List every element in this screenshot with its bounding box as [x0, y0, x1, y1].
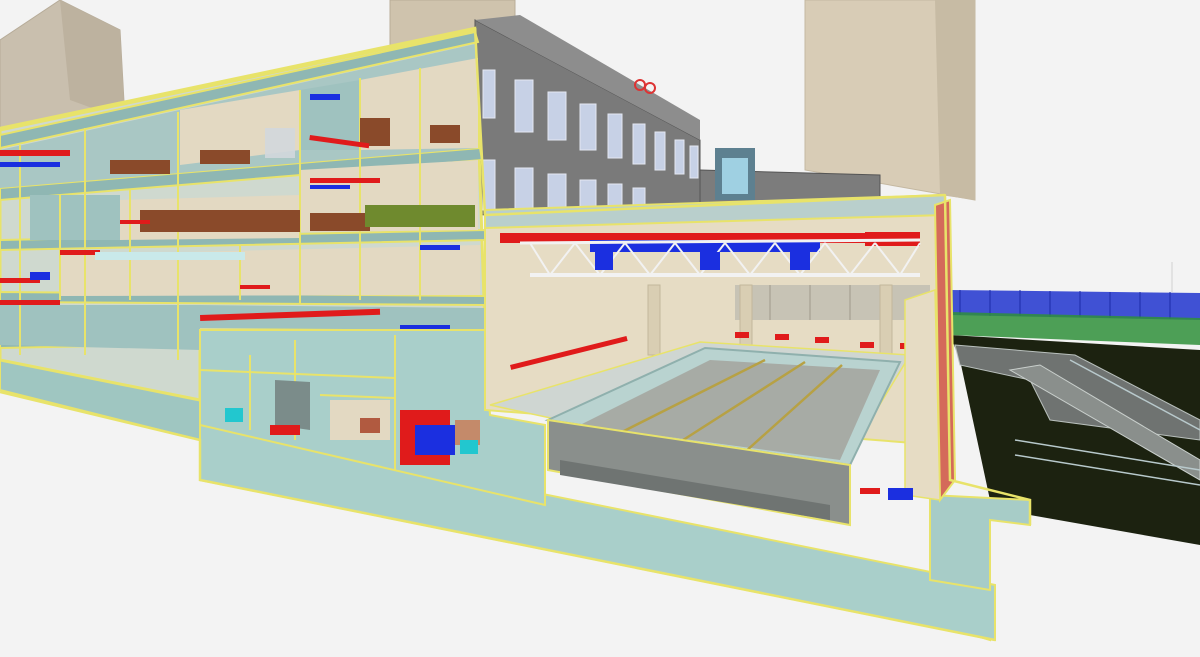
- bim-model-viewport[interactable]: [0, 0, 1200, 657]
- cyan-duct-long: [95, 252, 245, 260]
- background-tower-right: [804, 0, 976, 201]
- office-block-facade: [474, 15, 701, 216]
- furniture-desks: [365, 205, 475, 227]
- bim-cutaway-scene: [0, 0, 1200, 642]
- pool-hall: [484, 193, 957, 527]
